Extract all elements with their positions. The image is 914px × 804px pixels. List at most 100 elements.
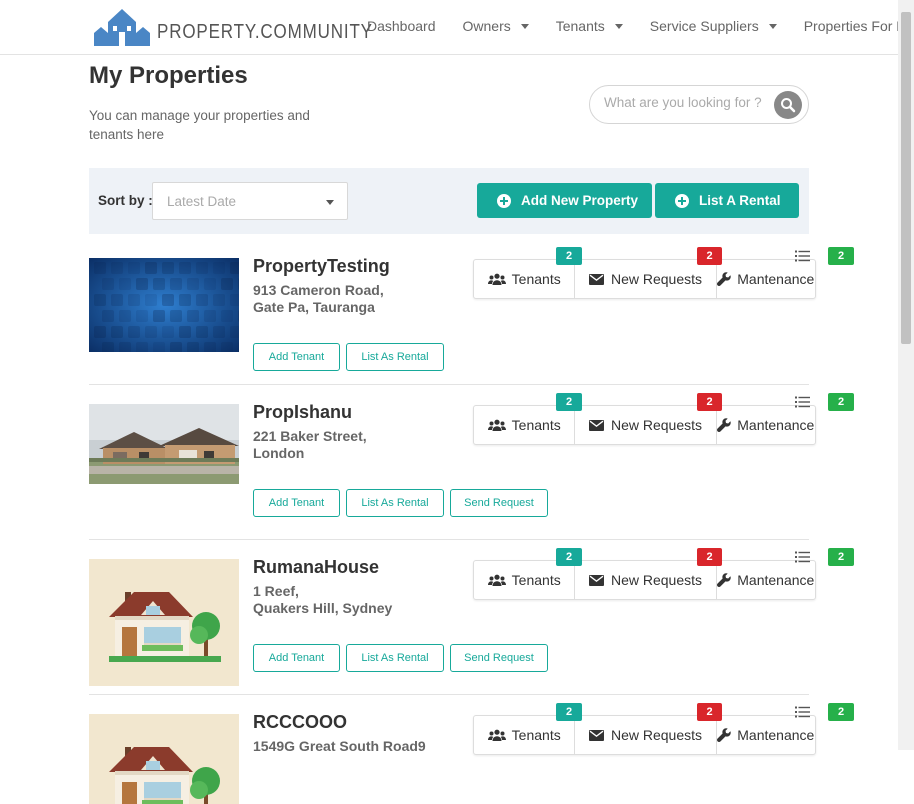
- nav-label: Dashboard: [367, 18, 436, 34]
- tenants-count-badge: 2: [556, 548, 582, 566]
- list-icon[interactable]: [795, 396, 810, 408]
- new-requests-label: New Requests: [610, 417, 703, 433]
- nav-label: Service Suppliers: [649, 18, 759, 34]
- list-icon[interactable]: [795, 706, 810, 718]
- address-line-1: 913 Cameron Road,: [253, 282, 384, 298]
- requests-count-badge: 2: [697, 548, 722, 566]
- scrollbar-thumb[interactable]: [901, 12, 911, 344]
- list-as-rental-button[interactable]: List As Rental: [346, 489, 444, 517]
- envelope-icon: [588, 574, 604, 586]
- add-tenant-button[interactable]: Add Tenant: [253, 644, 340, 672]
- maintenance-count-badge: 2: [828, 703, 854, 721]
- property-name[interactable]: RumanaHouse: [253, 557, 379, 578]
- nav-label: Tenants: [555, 18, 605, 34]
- property-thumbnail[interactable]: [89, 258, 239, 352]
- address-line-1: 1 Reef,: [253, 583, 299, 599]
- send-request-button[interactable]: Send Request: [450, 644, 548, 672]
- house-logo-icon: [94, 9, 150, 46]
- sort-label: Sort by :: [98, 193, 153, 208]
- new-requests-stat-button[interactable]: New Requests: [574, 561, 715, 599]
- requests-count-badge: 2: [697, 247, 722, 265]
- tenants-label: Tenants: [511, 727, 561, 743]
- search-icon: [781, 98, 796, 113]
- wrench-icon: [717, 418, 731, 432]
- property-name[interactable]: PropIshanu: [253, 402, 352, 423]
- list-view-toggle[interactable]: [795, 250, 810, 262]
- list-icon[interactable]: [795, 250, 810, 262]
- nav-tenants[interactable]: Tenants: [556, 18, 623, 34]
- wrench-icon: [717, 272, 731, 286]
- address-line-2: Quakers Hill, Sydney: [253, 600, 393, 616]
- list-a-rental-button[interactable]: List A Rental: [655, 183, 799, 218]
- property-thumbnail[interactable]: [89, 404, 239, 484]
- maintenance-stat-button[interactable]: Mantenance: [715, 406, 815, 444]
- property-address: 221 Baker Street, London: [253, 428, 453, 462]
- new-requests-stat-button[interactable]: New Requests: [574, 716, 715, 754]
- new-requests-label: New Requests: [610, 572, 703, 588]
- property-stats: Tenants New Requests Mantenance: [473, 405, 816, 445]
- chevron-down-icon: [768, 23, 777, 29]
- list-icon[interactable]: [795, 551, 810, 563]
- envelope-icon: [588, 419, 604, 431]
- plus-circle-icon: [497, 193, 511, 208]
- property-stats: Tenants New Requests Mantenance: [473, 259, 816, 299]
- property-name[interactable]: PropertyTesting: [253, 256, 390, 277]
- new-requests-stat-button[interactable]: New Requests: [574, 260, 715, 298]
- row-divider: [89, 694, 809, 695]
- list-as-rental-button[interactable]: List As Rental: [346, 343, 444, 371]
- tenants-stat-button[interactable]: Tenants: [474, 561, 574, 599]
- property-address: 1 Reef, Quakers Hill, Sydney: [253, 583, 453, 617]
- wrench-icon: [717, 573, 731, 587]
- list-view-toggle[interactable]: [795, 396, 810, 408]
- tenants-stat-button[interactable]: Tenants: [474, 716, 574, 754]
- tenants-stat-button[interactable]: Tenants: [474, 260, 574, 298]
- search-button[interactable]: [774, 91, 802, 119]
- tenants-count-badge: 2: [556, 703, 582, 721]
- property-address: 913 Cameron Road, Gate Pa, Tauranga: [253, 282, 453, 316]
- property-thumbnail[interactable]: [89, 559, 239, 686]
- nav-service-suppliers[interactable]: Service Suppliers: [650, 18, 777, 34]
- users-icon: [487, 273, 506, 285]
- send-request-button[interactable]: Send Request: [450, 489, 548, 517]
- nav-label: Owners: [462, 18, 511, 34]
- tenants-stat-button[interactable]: Tenants: [474, 406, 574, 444]
- list-as-rental-button[interactable]: List As Rental: [346, 644, 444, 672]
- requests-count-badge: 2: [697, 703, 722, 721]
- nav-dashboard[interactable]: Dashboard: [367, 18, 436, 34]
- page-title: My Properties: [89, 62, 248, 89]
- property-thumbnail[interactable]: [89, 714, 239, 804]
- add-tenant-button[interactable]: Add Tenant: [253, 489, 340, 517]
- property-stats: Tenants New Requests Mantenance: [473, 560, 816, 600]
- address-line-1: 1549G Great South Road9: [253, 738, 426, 754]
- maintenance-stat-button[interactable]: Mantenance: [715, 561, 815, 599]
- maintenance-label: Mantenance: [737, 271, 815, 287]
- requests-count-badge: 2: [697, 393, 722, 411]
- property-name[interactable]: RCCCOOO: [253, 712, 347, 733]
- list-view-toggle[interactable]: [795, 706, 810, 718]
- sort-select[interactable]: Latest Date: [152, 182, 348, 220]
- maintenance-label: Mantenance: [737, 727, 815, 743]
- page-subtitle: You can manage your properties and tenan…: [89, 108, 310, 142]
- nav-properties-for-rent[interactable]: Properties For R: [804, 18, 907, 34]
- row-divider: [89, 384, 809, 385]
- nav-owners[interactable]: Owners: [463, 18, 529, 34]
- list-view-toggle[interactable]: [795, 551, 810, 563]
- plus-circle-icon: [675, 193, 689, 208]
- top-navbar: PROPERTY.COMMUNITY Dashboard Owners Tena…: [0, 0, 906, 55]
- chevron-down-icon: [520, 23, 529, 29]
- maintenance-count-badge: 2: [828, 393, 854, 411]
- search-input[interactable]: [604, 95, 769, 110]
- add-tenant-button[interactable]: Add Tenant: [253, 343, 340, 371]
- brand-logo[interactable]: PROPERTY.COMMUNITY: [93, 6, 411, 46]
- maintenance-stat-button[interactable]: Mantenance: [715, 716, 815, 754]
- new-requests-stat-button[interactable]: New Requests: [574, 406, 715, 444]
- address-line-1: 221 Baker Street,: [253, 428, 367, 444]
- tenants-count-badge: 2: [556, 247, 582, 265]
- property-stats: Tenants New Requests Mantenance: [473, 715, 816, 755]
- address-line-2: London: [253, 445, 305, 461]
- wrench-icon: [717, 728, 731, 742]
- chevron-down-icon: [614, 23, 623, 29]
- users-icon: [487, 419, 506, 431]
- add-new-property-button[interactable]: Add New Property: [477, 183, 652, 218]
- maintenance-stat-button[interactable]: Mantenance: [715, 260, 815, 298]
